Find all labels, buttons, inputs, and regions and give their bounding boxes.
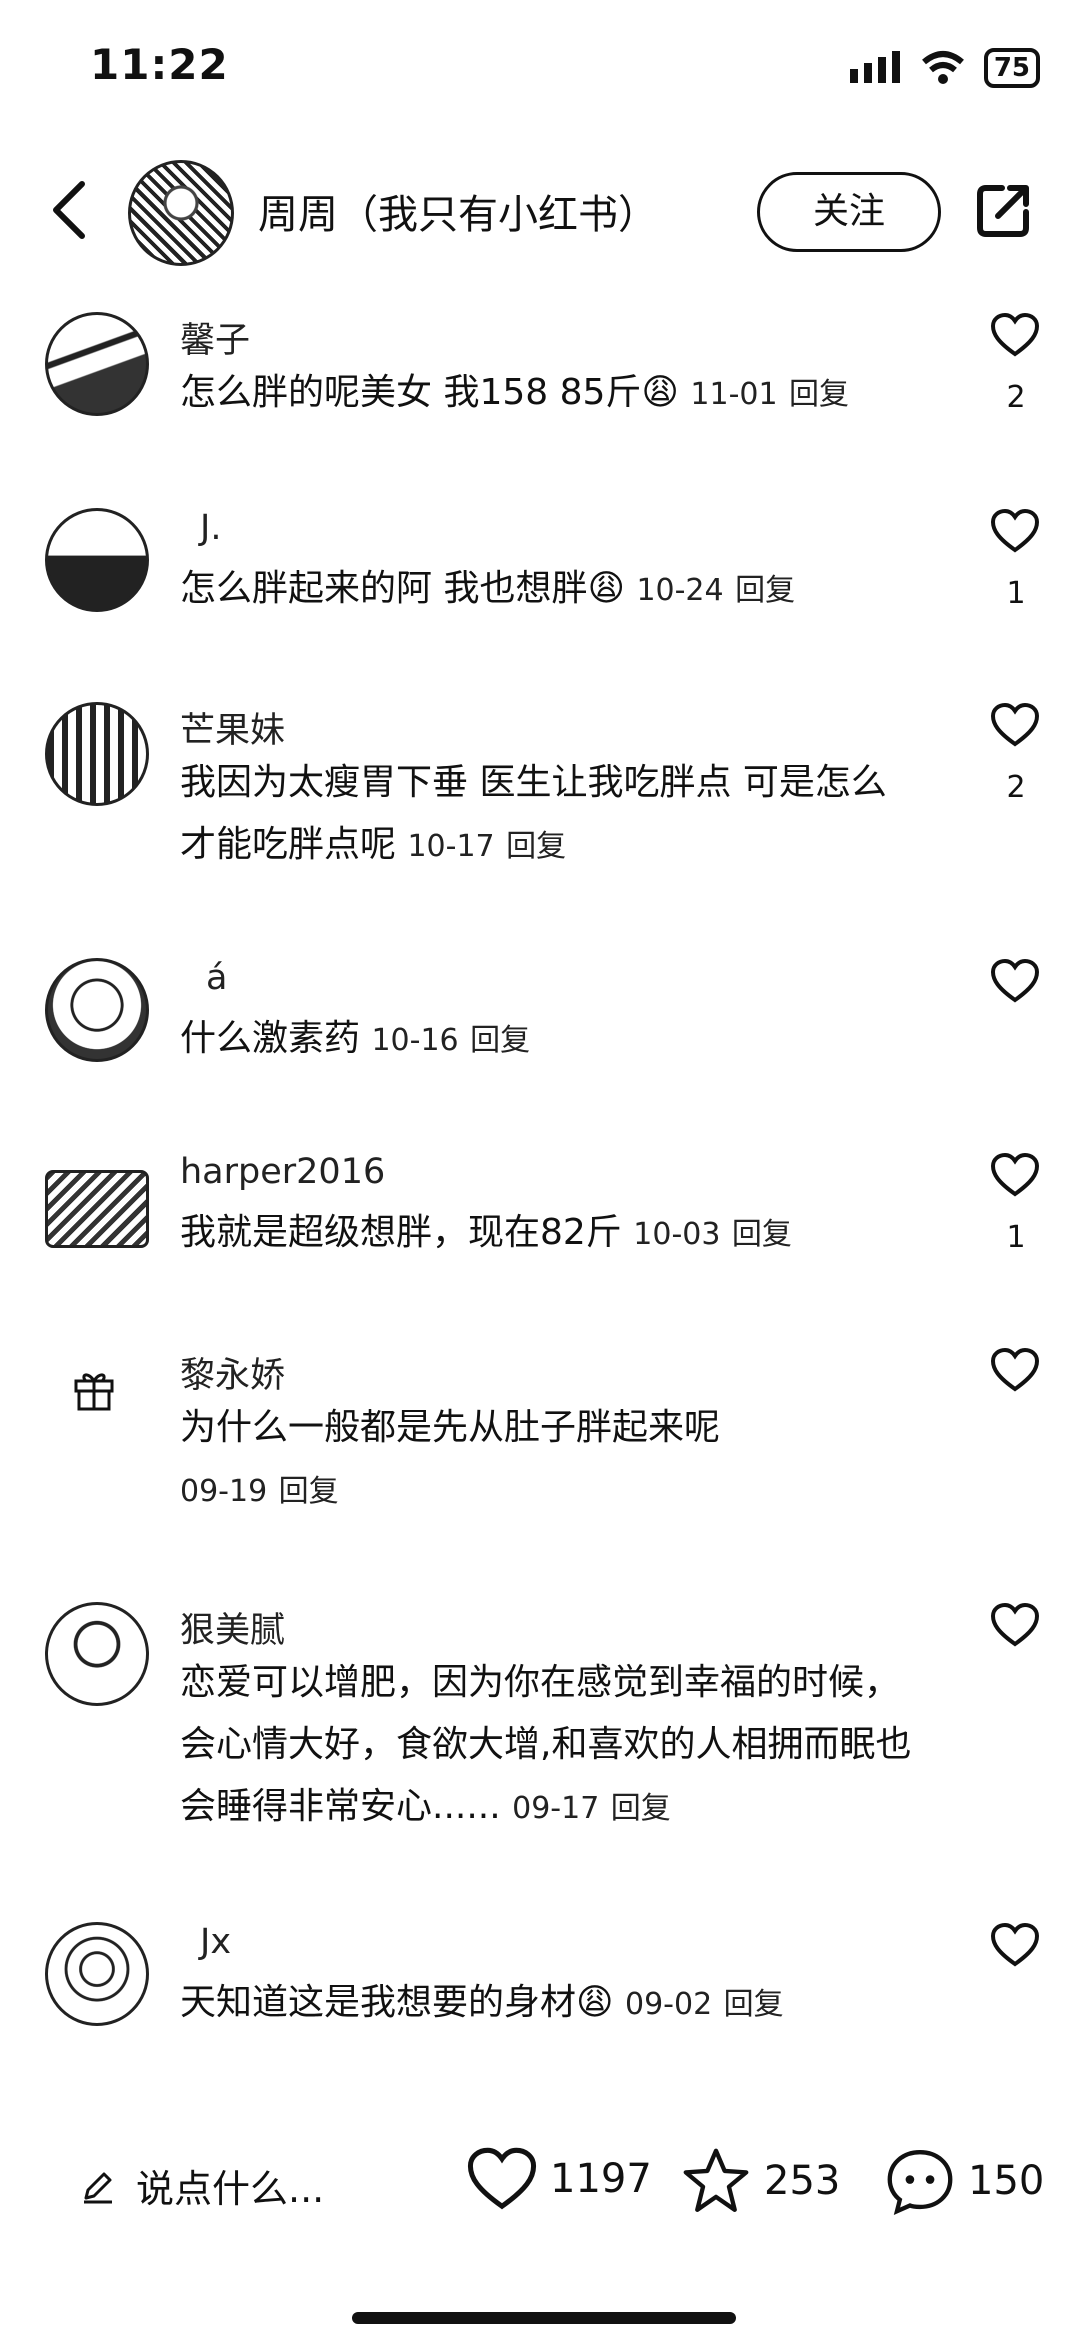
back-icon[interactable] [48,180,88,240]
commenter-avatar[interactable] [45,312,149,416]
reply-link[interactable]: 回复 [789,377,849,412]
reply-link[interactable]: 回复 [724,1987,784,2022]
collect-button[interactable]: 253 [680,2146,840,2216]
status-time: 11:22 [90,40,229,89]
reply-link[interactable]: 回复 [732,1217,792,1252]
comment-text: 怎么胖起来的阿 我也想胖😩 10-24 回复 [180,568,796,609]
comment-button[interactable]: 150 [884,2146,1044,2216]
heart-icon[interactable] [990,1152,1040,1198]
heart-icon[interactable] [990,1922,1040,1968]
home-indicator [352,2312,736,2324]
commenter-name[interactable]: 狠美腻 [180,1602,285,1653]
pen-icon [84,2172,112,2203]
comment-text: 怎么胖的呢美女 我158 85斤😩 11-01 回复 [180,372,850,413]
comment-date: 09-17 [512,1791,600,1826]
comment-input[interactable]: 说点什么... [80,2158,324,2213]
commenter-name[interactable]: 黎永娇 [180,1347,285,1398]
like-count: 1 [1006,1220,1026,1255]
emoji-icon: 😩 [587,568,625,609]
commenter-name[interactable]: 芒果妹 [180,702,285,753]
commenter-name[interactable]: 馨子 [180,312,250,363]
emoji-icon: 😩 [576,1982,614,2023]
gift-icon[interactable] [70,1365,118,1413]
wifi-icon [921,51,964,84]
comment-text: 什么激素药 10-16 回复 [180,1018,531,1059]
comment-date: 10-24 [636,573,724,608]
comment-total: 150 [968,2158,1045,2204]
comment-text: 天知道这是我想要的身材😩 09-02 回复 [180,1982,784,2023]
comment-date: 10-16 [371,1023,459,1058]
heart-icon [467,2147,537,2210]
comment-placeholder: 说点什么... [136,2167,325,2211]
signal-icon [849,51,900,83]
follow-button[interactable]: 关注 [757,172,941,252]
heart-icon[interactable] [990,1602,1040,1648]
reply-link[interactable]: 回复 [470,1023,530,1058]
like-total: 1197 [550,2156,652,2202]
commenter-name[interactable]: Jx [200,1922,231,1962]
reply-link[interactable]: 回复 [279,1474,339,1509]
like-count: 2 [1006,380,1026,415]
commenter-name[interactable]: á [206,958,227,998]
status-icons: 75 [848,48,1040,88]
commenter-avatar[interactable] [45,1170,149,1248]
comment-text: 为什么一般都是先从肚子胖起来呢 [180,1407,721,1448]
commenter-avatar[interactable] [45,1922,149,2026]
comment-text: 我就是超级想胖，现在82斤 10-03 回复 [180,1212,792,1253]
commenter-avatar[interactable] [45,958,149,1062]
emoji-icon: 😩 [641,372,679,413]
heart-icon[interactable] [990,702,1040,748]
comment-date: 10-17 [407,829,495,864]
comment-icon [887,2150,953,2216]
reply-link[interactable]: 回复 [735,573,795,608]
heart-icon[interactable] [990,1347,1040,1393]
commenter-avatar[interactable] [45,508,149,612]
share-icon[interactable] [976,182,1032,238]
like-count: 2 [1006,770,1026,805]
comment-date: 10-03 [633,1217,721,1252]
author-name[interactable]: 周周（我只有小红书） [258,182,658,240]
comment-text: 恋爱可以增肥，因为你在感觉到幸福的时候，会心情大好，食欲大增,和喜欢的人相拥而眠… [180,1662,912,1827]
heart-icon[interactable] [990,508,1040,554]
battery-indicator: 75 [983,48,1040,88]
comment-date: 09-19 [180,1474,268,1509]
heart-icon[interactable] [990,958,1040,1004]
commenter-avatar[interactable] [45,702,149,806]
collect-total: 253 [764,2158,841,2204]
reply-link[interactable]: 回复 [506,829,566,864]
comment-meta: 09-19 回复 [180,1459,940,1523]
commenter-name[interactable]: J. [200,508,221,548]
comment-date: 09-02 [625,1987,713,2022]
star-icon [683,2148,749,2212]
like-button[interactable]: 1197 [466,2146,652,2212]
heart-icon[interactable] [990,312,1040,358]
author-avatar[interactable] [128,160,234,266]
comment-date: 11-01 [690,377,778,412]
commenter-name[interactable]: harper2016 [180,1152,385,1192]
like-count: 1 [1006,576,1026,611]
reply-link[interactable]: 回复 [611,1791,671,1826]
comment-text: 我因为太瘦胃下垂 医生让我吃胖点 可是怎么才能吃胖点呢 10-17 回复 [180,762,887,865]
commenter-avatar[interactable] [45,1602,149,1706]
